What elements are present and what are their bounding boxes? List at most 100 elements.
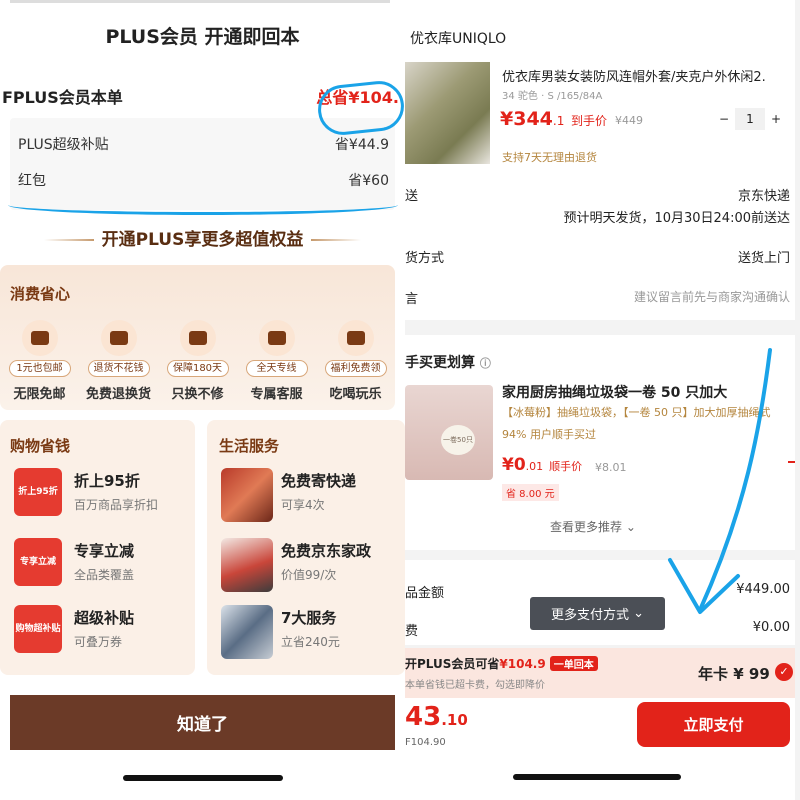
- quantity-input[interactable]: 1: [735, 108, 765, 130]
- price-integer: ¥344: [500, 108, 553, 130]
- top-divider: [10, 0, 390, 3]
- more-payment-button[interactable]: 更多支付方式 ⌄: [530, 597, 665, 630]
- total-decimal: .10: [441, 711, 468, 729]
- delivery-method-row[interactable]: 货方式 送货上门: [405, 247, 790, 266]
- plus-line1: 开PLUS会员可省¥104.9 一单回本: [405, 655, 598, 672]
- shield-icon: [179, 320, 216, 356]
- delivery-label: 送: [405, 189, 419, 204]
- discount-badge-icon: 折上95折: [14, 468, 62, 516]
- savings-value: 省¥60: [348, 173, 389, 189]
- return-policy: 支持7天无理由退货: [502, 151, 597, 164]
- benefit-replace-only[interactable]: 保障180天 只换不修: [161, 320, 235, 402]
- price-integer: ¥0: [502, 455, 526, 475]
- life-item[interactable]: 7大服务 立省240元: [221, 605, 401, 665]
- item-subtitle: 可叠万券: [74, 635, 123, 649]
- benefit-food-fun[interactable]: 福利免费领 吃喝玩乐: [319, 320, 393, 402]
- blue-underline-annotation: [8, 195, 398, 215]
- pay-bar: 43.10 F104.90 立即支付: [405, 698, 795, 800]
- plus-prefix: 开PLUS会员可省: [405, 657, 500, 671]
- delivery-note: 预计明天发货，10月30日24:00前送达: [563, 211, 790, 226]
- pay-now-button[interactable]: 立即支付: [637, 702, 790, 747]
- message-placeholder: 建议留言前先与商家沟通确认: [633, 290, 790, 304]
- benefit-section-title: 开通PLUS享更多超值权益: [0, 225, 405, 250]
- price-tag: 顺手价: [549, 460, 583, 473]
- benefit-pill: 1元也包邮: [8, 360, 71, 377]
- savings-label: 红包: [18, 173, 46, 189]
- method-value: 送货上门: [737, 251, 790, 266]
- title-divider: [43, 239, 94, 241]
- price-decimal: .1: [552, 114, 565, 128]
- message-label: 言: [405, 292, 419, 307]
- plus-tag: 一单回本: [549, 656, 598, 671]
- item-name: 超级补贴: [74, 609, 135, 627]
- shopping-item[interactable]: 专享立减 专享立减 全品类覆盖: [14, 538, 194, 598]
- shopping-item[interactable]: 购物超补贴 超级补贴 可叠万券: [14, 605, 194, 665]
- shopping-item[interactable]: 折上95折 折上95折 百万商品享折扣: [14, 468, 194, 528]
- order-savings-title: FPLUS会员本单: [2, 88, 123, 107]
- life-item[interactable]: 免费京东家政 价值99/次: [221, 538, 401, 598]
- goods-amount-label: 品金额: [405, 586, 445, 601]
- home-indicator[interactable]: [513, 774, 681, 780]
- plus-amount: ¥104.9: [499, 657, 546, 671]
- message-row[interactable]: 言 建议留言前先与商家沟通确认: [405, 288, 790, 307]
- delivery-row[interactable]: 送 京东快递: [405, 185, 790, 204]
- more-pay-label: 更多支付方式: [550, 608, 629, 623]
- product-spec[interactable]: 34 驼色 · S /165/84A: [502, 87, 602, 102]
- item-name: 免费京东家政: [281, 542, 372, 560]
- pay-total: 43.10: [405, 702, 468, 732]
- product-title[interactable]: 优衣库男装女装防风连帽外套/夹克户外休闲2.: [502, 66, 766, 85]
- fee-label: 费: [405, 624, 419, 639]
- savings-row: PLUS超级补贴 省¥44.9: [18, 134, 389, 154]
- plus-line2: 本单省钱已超卡费，勾选即降价: [405, 680, 545, 691]
- shop-name[interactable]: 优衣库UNIQLO: [410, 28, 506, 48]
- savings-row: 红包 省¥60: [18, 170, 389, 190]
- item-subtitle: 全品类覆盖: [74, 568, 135, 582]
- method-label: 货方式: [405, 251, 445, 266]
- plus-member-panel: PLUS会员 开通即回本 FPLUS会员本单 总省¥104. PLUS超级补贴 …: [0, 0, 405, 800]
- cup-icon: [337, 320, 374, 356]
- benefit-pill: 保障180天: [166, 360, 229, 377]
- item-subtitle: 价值99/次: [281, 568, 337, 582]
- life-service-section: 生活服务 免费寄快递 可享4次 免费京东家政 价值99/次 7大服务 立省240…: [207, 420, 405, 675]
- benefit-service[interactable]: 全天专线 专属客服: [240, 320, 314, 402]
- shopping-title: 购物省钱: [10, 437, 71, 455]
- plus-upsell-bar[interactable]: 开PLUS会员可省¥104.9 一单回本 本单省钱已超卡费，勾选即降价 年卡 ¥ …: [405, 648, 795, 698]
- benefit-pill: 福利免费领: [324, 360, 387, 377]
- product-image[interactable]: [405, 62, 490, 164]
- exclusive-badge-icon: 专享立减: [14, 538, 62, 586]
- quantity-stepper: − 1 +: [719, 108, 781, 130]
- item-name: 折上95折: [74, 472, 140, 490]
- price-tag: 到手价: [570, 114, 607, 128]
- benefit-label: 吃喝玩乐: [329, 387, 382, 402]
- title-divider: [311, 239, 362, 241]
- original-price: ¥449: [615, 114, 643, 127]
- benefit-free-return[interactable]: 退货不花钱 免费退换货: [82, 320, 156, 402]
- benefit-pill: 全天专线: [245, 360, 308, 377]
- plus-button[interactable]: +: [771, 112, 781, 126]
- check-icon[interactable]: ✓: [775, 663, 793, 681]
- trash-bag-image[interactable]: 一卷50只: [405, 385, 493, 480]
- checkout-panel: 优衣库UNIQLO 优衣库男装女装防风连帽外套/夹克户外休闲2. 34 驼色 ·…: [405, 0, 800, 800]
- benefit-label: 只换不修: [171, 387, 224, 402]
- see-more-link[interactable]: 查看更多推荐 ⌄: [550, 518, 636, 535]
- minus-button[interactable]: −: [719, 112, 729, 126]
- addon-price: ¥0.01 顺手价: [502, 455, 582, 475]
- consume-section: 消费省心 1元也包邮 无限免邮 退货不花钱 免费退换货 保障180天 只换不修 …: [0, 265, 395, 410]
- home-indicator[interactable]: [123, 775, 283, 781]
- blue-arrow-annotation: [668, 348, 772, 614]
- benefit-free-shipping[interactable]: 1元也包邮 无限免邮: [3, 320, 77, 402]
- life-item[interactable]: 免费寄快递 可享4次: [221, 468, 401, 528]
- item-subtitle: 可享4次: [281, 498, 325, 512]
- courier-photo: [221, 468, 273, 522]
- benefit-pill: 退货不花钱: [87, 360, 150, 377]
- truck-icon: [21, 320, 58, 356]
- info-icon[interactable]: ⓘ: [480, 357, 491, 370]
- housekeeping-photo: [221, 538, 273, 592]
- savings-value: 省¥44.9: [334, 137, 389, 153]
- shopping-section: 购物省钱 折上95折 折上95折 百万商品享折扣 专享立减 专享立减 全品类覆盖…: [0, 420, 195, 675]
- consume-title: 消费省心: [10, 285, 71, 303]
- total-integer: 43: [405, 702, 442, 732]
- pack-label: 一卷50只: [441, 425, 475, 455]
- annual-card-price: 年卡 ¥ 99: [698, 665, 770, 683]
- confirm-button[interactable]: 知道了: [10, 695, 395, 750]
